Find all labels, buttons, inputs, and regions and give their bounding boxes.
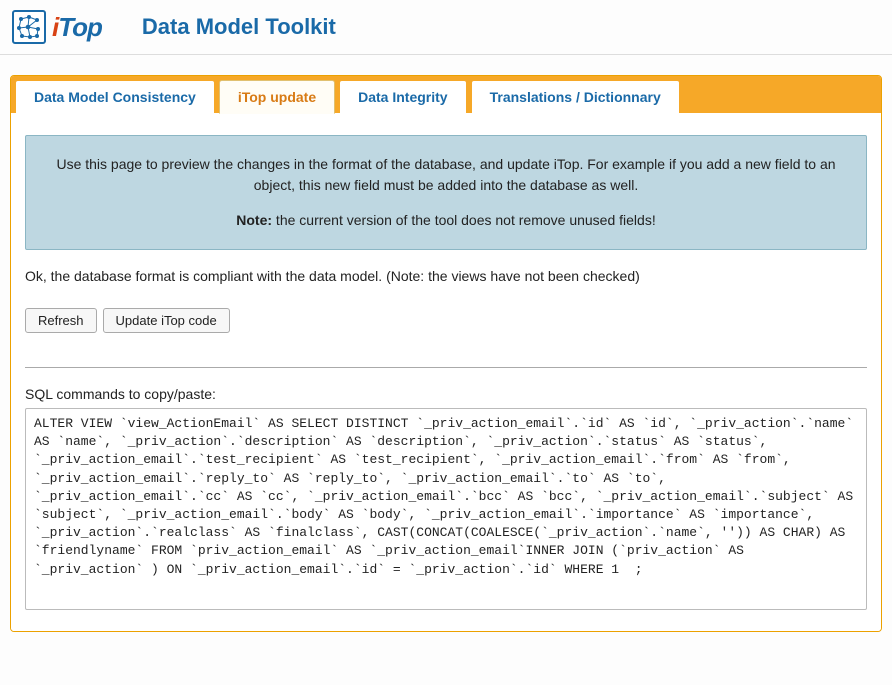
info-text: Use this page to preview the changes in … <box>40 154 852 196</box>
tab-data-model-consistency[interactable]: Data Model Consistency <box>15 80 215 113</box>
tab-body: Use this page to preview the changes in … <box>11 113 881 631</box>
tab-translations-dictionary[interactable]: Translations / Dictionnary <box>471 80 680 113</box>
tab-bar: Data Model Consistency iTop update Data … <box>11 76 881 113</box>
update-itop-code-button[interactable]: Update iTop code <box>103 308 230 333</box>
logo: iTop <box>12 10 102 44</box>
sql-commands-label: SQL commands to copy/paste: <box>25 386 867 402</box>
main-panel: Data Model Consistency iTop update Data … <box>10 75 882 632</box>
button-row: Refresh Update iTop code <box>25 308 867 333</box>
logo-text: iTop <box>52 12 102 43</box>
page-title: Data Model Toolkit <box>142 14 336 40</box>
tab-data-integrity[interactable]: Data Integrity <box>339 80 466 113</box>
section-divider <box>25 367 867 368</box>
info-box: Use this page to preview the changes in … <box>25 135 867 250</box>
refresh-button[interactable]: Refresh <box>25 308 97 333</box>
itop-logo-icon <box>12 10 46 44</box>
tab-itop-update[interactable]: iTop update <box>219 80 335 114</box>
app-header: iTop Data Model Toolkit <box>0 0 892 54</box>
sql-commands-output[interactable] <box>25 408 867 610</box>
header-divider <box>0 54 892 55</box>
status-message: Ok, the database format is compliant wit… <box>25 268 867 284</box>
info-note: Note: the current version of the tool do… <box>40 210 852 231</box>
